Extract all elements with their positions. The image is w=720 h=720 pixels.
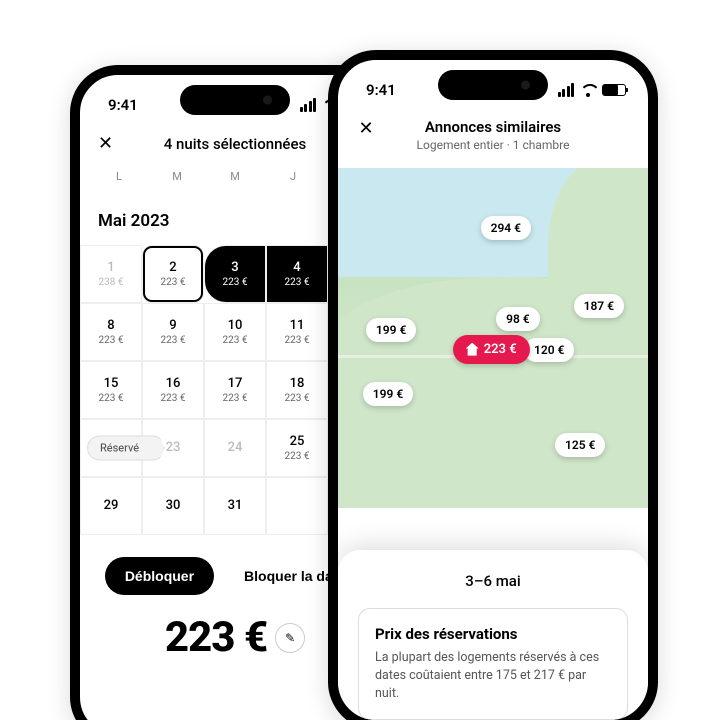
map-subtitle: Logement entier · 1 chambre xyxy=(356,138,630,152)
notch xyxy=(180,85,290,115)
calendar-cell[interactable]: 17223 € xyxy=(204,361,266,419)
map-pin[interactable]: 294 € xyxy=(481,216,531,240)
edit-price-icon[interactable]: ✎ xyxy=(275,623,305,653)
map-header: ✕ Annonces similaires Logement entier · … xyxy=(338,106,648,162)
close-icon[interactable]: ✕ xyxy=(356,118,376,139)
sheet-date: 3–6 mai xyxy=(358,572,628,590)
calendar-cell[interactable]: 10223 € xyxy=(204,303,266,361)
signal-icon xyxy=(558,83,575,97)
calendar-cell[interactable]: 3223 € xyxy=(204,245,266,303)
map-pin[interactable]: 125 € xyxy=(555,433,605,457)
calendar-cell[interactable]: 16223 € xyxy=(142,361,204,419)
info-title: Prix des réservations xyxy=(375,625,611,643)
map-pin[interactable]: 187 € xyxy=(574,294,624,318)
calendar-cell[interactable]: 29 xyxy=(80,477,142,535)
map-pin[interactable]: 98 € xyxy=(496,307,540,331)
info-card: Prix des réservations La plupart des log… xyxy=(358,608,628,720)
reserved-pill[interactable]: Réservé xyxy=(87,436,165,461)
status-time: 9:41 xyxy=(108,96,138,114)
map[interactable]: 294 € 199 € 98 € 187 €120 € 199 € 125 € 223 € xyxy=(338,168,648,508)
notch xyxy=(438,70,548,100)
map-pin-current[interactable]: 223 € xyxy=(453,335,530,364)
map-title: Annonces similaires xyxy=(356,118,630,136)
info-body: La plupart des logements réservés à ces … xyxy=(375,649,611,703)
map-pin[interactable]: 199 € xyxy=(363,382,413,406)
calendar-cell[interactable]: 9223 € xyxy=(142,303,204,361)
big-price: 223 € xyxy=(165,613,267,662)
calendar-cell[interactable]: 15223 € xyxy=(80,361,142,419)
calendar-cell[interactable]: 1238 € xyxy=(80,245,142,303)
map-pin[interactable]: 199 € xyxy=(366,318,416,342)
wifi-icon xyxy=(580,84,596,96)
bottom-sheet[interactable]: 3–6 mai Prix des réservations La plupart… xyxy=(338,550,648,720)
calendar-cell[interactable]: 4223 € xyxy=(266,245,328,303)
home-icon xyxy=(466,343,479,356)
calendar-cell[interactable]: 11223 € xyxy=(266,303,328,361)
status-time: 9:41 xyxy=(366,81,396,99)
signal-icon xyxy=(300,98,317,112)
calendar-cell[interactable]: 30 xyxy=(142,477,204,535)
map-pin[interactable]: 120 € xyxy=(524,338,574,362)
calendar-cell[interactable]: 8223 € xyxy=(80,303,142,361)
calendar-cell[interactable]: 25223 € xyxy=(266,419,328,477)
close-icon[interactable]: ✕ xyxy=(98,133,118,154)
calendar-cell[interactable]: 24 xyxy=(204,419,266,477)
unblock-button[interactable]: Débloquer xyxy=(105,557,214,595)
calendar-cell[interactable]: 2223 € xyxy=(142,245,204,303)
battery-icon xyxy=(602,84,626,96)
calendar-cell[interactable]: 18223 € xyxy=(266,361,328,419)
calendar-cell[interactable] xyxy=(266,477,328,535)
phone-map: 9:41 ✕ Annonces similaires Logement enti… xyxy=(328,50,658,720)
calendar-cell[interactable]: 22Réservé xyxy=(80,419,142,477)
calendar-cell[interactable]: 31 xyxy=(204,477,266,535)
